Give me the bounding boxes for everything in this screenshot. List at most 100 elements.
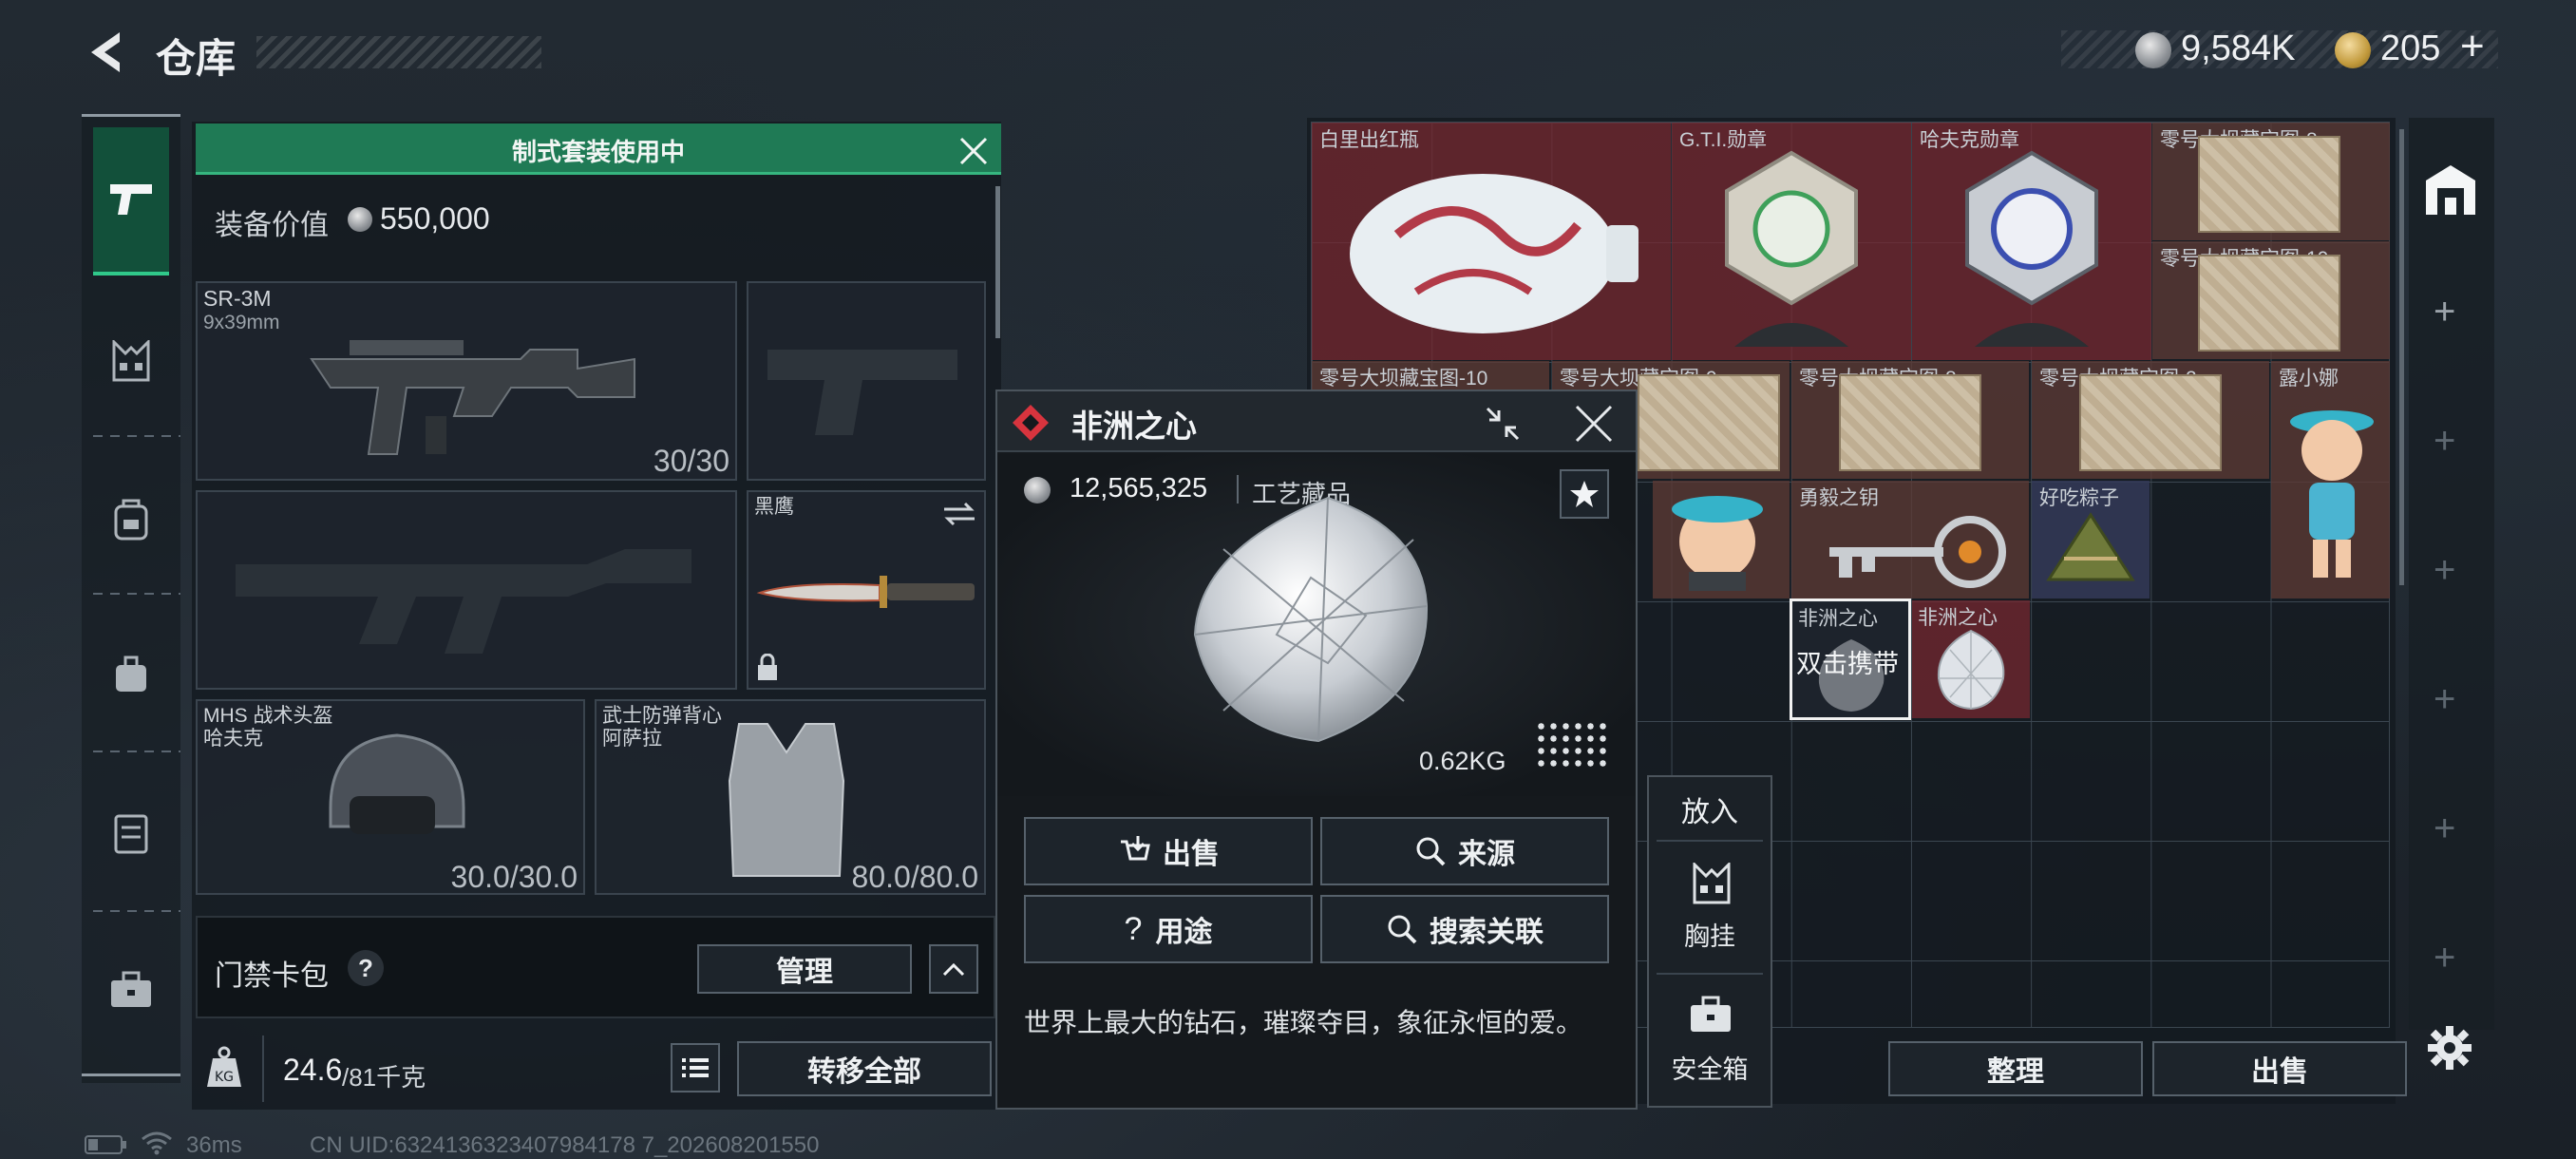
chest-rig-icon: [112, 340, 150, 382]
weapon-name: SR-3M: [203, 286, 272, 311]
stash-item-gti-medal[interactable]: G.T.I.勋章: [1672, 123, 1911, 360]
add-currency-icon[interactable]: +: [2460, 23, 2485, 70]
stash-item-lu-xiaona[interactable]: 露小娜: [2271, 361, 2390, 598]
melee-slot[interactable]: 黑鹰: [747, 490, 986, 690]
primary-weapon-slot[interactable]: SR-3M 9x39mm 30/30: [196, 281, 737, 481]
container-safe-box[interactable]: 安全箱: [1657, 988, 1763, 1096]
doll-image: [1672, 496, 1763, 591]
melee-name: 黑鹰: [754, 496, 794, 518]
uid-text: CN UID:6324136323407984178 7_20260820155…: [310, 1132, 820, 1158]
helmet-slot[interactable]: MHS 战术头盔 哈夫克 30.0/30.0: [196, 699, 585, 895]
add-tab-icon[interactable]: +: [2434, 420, 2455, 463]
stash-item-heart-selected[interactable]: 非洲之心 双击携带: [1790, 598, 1911, 720]
lock-icon: [758, 654, 777, 680]
question-icon: ?: [1124, 910, 1143, 947]
stash-item-map-8[interactable]: 零号大坝藏宝图-8: [2152, 123, 2390, 240]
add-tab-icon[interactable]: +: [2434, 937, 2455, 979]
favorite-button[interactable]: [1560, 469, 1609, 519]
add-tab-icon[interactable]: +: [2434, 291, 2455, 333]
medal-image: [1725, 150, 1858, 347]
popup-source-button[interactable]: 来源: [1320, 817, 1609, 885]
container-menu-divider: [1657, 840, 1763, 842]
nav-backpack[interactable]: [93, 462, 169, 576]
nav-case[interactable]: [93, 775, 169, 889]
transfer-all-button[interactable]: 转移全部: [737, 1041, 992, 1096]
armor-durability: 80.0/80.0: [851, 860, 978, 894]
item-name: 好吃粽子: [2039, 487, 2119, 509]
expand-up-button[interactable]: [929, 944, 978, 994]
knife-image: [756, 576, 975, 608]
nav-pouch[interactable]: [93, 618, 169, 732]
swap-icon[interactable]: [942, 502, 976, 526]
nav-divider: [93, 435, 180, 437]
keycard-label: 门禁卡包: [215, 960, 329, 992]
page-title: 仓库: [156, 36, 237, 81]
stash-item-key[interactable]: 勇毅之钥: [1791, 481, 2029, 598]
container-chest-rig[interactable]: 胸挂: [1657, 855, 1763, 960]
settings-icon[interactable]: [2426, 1024, 2473, 1072]
popup-sell-button[interactable]: 出售: [1024, 817, 1313, 885]
stash-item-vase[interactable]: 白里出红瓶: [1312, 123, 1671, 360]
rifle-image: [310, 340, 635, 455]
stash-item-zongzi[interactable]: 好吃粽子: [2032, 481, 2150, 598]
ping-text: 36ms: [186, 1132, 242, 1158]
close-popup-icon[interactable]: [1573, 403, 1615, 445]
chest-rig-label: 胸挂: [1684, 922, 1735, 951]
sell-label: 出售: [1163, 839, 1220, 870]
popup-search-related-button[interactable]: 搜索关联: [1320, 895, 1609, 963]
list-icon: [682, 1058, 709, 1077]
add-tab-icon[interactable]: +: [2434, 808, 2455, 850]
secondary-weapon-slot[interactable]: [196, 490, 737, 690]
add-tab-icon[interactable]: +: [2434, 678, 2455, 721]
nav-chest-rig[interactable]: [93, 304, 169, 418]
sort-button[interactable]: 整理: [1888, 1041, 2143, 1096]
title-decoration: [256, 36, 541, 68]
armor-slot[interactable]: 武士防弹背心 阿萨拉 80.0/80.0: [595, 699, 986, 895]
weapon-caliber: 9x39mm: [203, 312, 280, 333]
stash-item-map-10[interactable]: 零号大坝藏宝图-10: [2152, 241, 2390, 359]
popup-usage-button[interactable]: ? 用途: [1024, 895, 1313, 963]
close-banner-icon[interactable]: [957, 135, 990, 167]
safe-box-label: 安全箱: [1671, 1055, 1749, 1084]
map-image: [2198, 255, 2340, 352]
star-icon: [1570, 481, 1599, 507]
back-icon[interactable]: [82, 27, 127, 78]
double-tap-hint: 双击携带: [1796, 650, 1899, 678]
loadout-banner-text: 制式套装使用中: [511, 138, 685, 166]
helmet-durability: 30.0/30.0: [450, 860, 578, 894]
figurine-image: [2290, 410, 2374, 578]
stash-item-doll[interactable]: [1653, 481, 1790, 598]
list-view-button[interactable]: [671, 1043, 720, 1092]
collapse-icon[interactable]: [1482, 403, 1524, 445]
item-weight: 0.62KG: [1419, 747, 1506, 775]
add-tab-icon[interactable]: +: [2434, 549, 2455, 592]
stash-tab-main[interactable]: [2420, 160, 2481, 220]
stash-item-map-2[interactable]: 零号大坝藏宝图-2: [2032, 361, 2269, 479]
stash-scrollbar[interactable]: [2399, 129, 2404, 585]
nav-divider: [93, 593, 180, 595]
weight-current: 24.6: [283, 1053, 343, 1087]
pouch-icon: [116, 656, 146, 692]
item-name: 露小娜: [2279, 368, 2339, 390]
gold-coin-icon: [2335, 32, 2371, 68]
loadout-scrollbar[interactable]: [995, 186, 1000, 338]
stash-item-heart[interactable]: 非洲之心: [1912, 600, 2030, 718]
stash-item-map-8b[interactable]: 零号大坝藏宝图-8: [1791, 361, 2029, 479]
keycard-help-icon[interactable]: ?: [348, 950, 384, 986]
chest-rig-icon: [1693, 863, 1731, 904]
equipment-value-label: 装备价值: [215, 210, 329, 241]
diamond-image: [1193, 496, 1429, 743]
map-image: [1638, 374, 1780, 471]
toolbox-icon: [111, 971, 151, 1007]
diamond-image: [1937, 629, 2005, 711]
keycard-manage-button[interactable]: 管理: [697, 944, 912, 994]
weight-max: /81千克: [342, 1063, 426, 1092]
warehouse-icon: [2426, 165, 2475, 215]
nav-weapons[interactable]: [93, 127, 169, 276]
nav-safe-box[interactable]: [93, 933, 169, 1047]
stash-item-haavk-medal[interactable]: 哈夫克勋章: [1912, 123, 2151, 360]
stash-sell-button[interactable]: 出售: [2152, 1041, 2407, 1096]
sidearm-slot[interactable]: [747, 281, 986, 481]
gold-amount: 205: [2380, 28, 2441, 68]
search-related-label: 搜索关联: [1430, 917, 1544, 948]
